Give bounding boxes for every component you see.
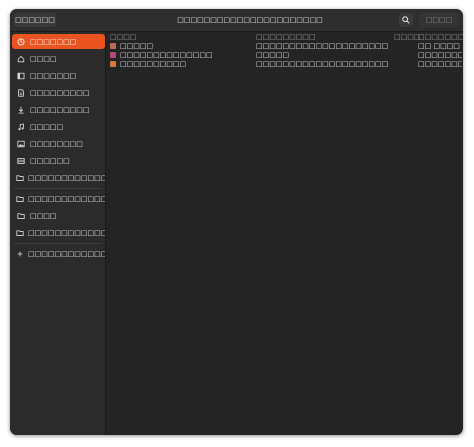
file-name: □□□□□□□□□□ (120, 60, 187, 68)
sidebar-item-bookmark-1[interactable]: □□□□□□□□□□□□□□□□ (12, 191, 105, 206)
sidebar-item-recent[interactable]: □□□□□□□ (12, 34, 105, 49)
home-icon (16, 55, 26, 63)
sidebar-item-videos[interactable]: □□□□□□ (12, 153, 105, 168)
sidebar-separator (14, 243, 102, 244)
sidebar-item-label: □□□□□□□□ (30, 139, 83, 148)
column-header-location[interactable]: □□□□□□□□□ (256, 33, 316, 41)
music-icon (16, 122, 26, 131)
sidebar-item-bookmark-2[interactable]: □□□□ (12, 208, 105, 223)
sidebar-item-downloads[interactable]: □□□□□□□□□ (12, 102, 105, 117)
sidebar-item-pictures[interactable]: □□□□□□□□ (12, 136, 105, 151)
dialog-title: □□□□□□□□□□□□□□□□□□□□□□ (177, 16, 323, 24)
download-icon (16, 106, 26, 114)
places-sidebar: □□□□□□□ □□□□ □□□□□□□ □□□□□□□□□ □□□□□□□□□ (10, 32, 106, 435)
document-icon (16, 88, 26, 97)
folder-icon (16, 174, 24, 182)
sidebar-item-label: □□□□□□□□□ (30, 88, 90, 97)
plus-icon (16, 250, 24, 258)
clock-icon (16, 38, 26, 46)
sidebar-item-music[interactable]: □□□□□ (12, 119, 105, 134)
file-location: □□□□□ (256, 51, 290, 59)
file-name: □□□□□□□□□□□□□□ (120, 51, 213, 59)
sidebar-item-folder-1[interactable]: □□□□□□□□□□□□□ (12, 170, 105, 185)
file-modified: □□□□□□□□□□ (418, 51, 462, 59)
folder-icon (16, 229, 24, 237)
sidebar-item-label: □□□□□□□□□□□□□□□□ (28, 249, 105, 258)
desktop-icon (16, 72, 26, 80)
column-header-name[interactable]: □□□□ (110, 33, 136, 41)
sidebar-item-label: □□□□□□□ (30, 37, 77, 46)
sidebar-item-label: □□□□□□ (30, 156, 70, 165)
folder-icon (16, 212, 26, 220)
column-header-size[interactable]: □□□□ (394, 33, 420, 41)
file-modified: □□ □□□□ (418, 42, 460, 50)
folder-icon (16, 195, 24, 203)
sidebar-item-other-locations[interactable]: □□□□□□□□□□□□□□□□ (12, 246, 105, 261)
file-modified: □□□□□□□□□□ (418, 60, 462, 68)
table-row[interactable]: □□□□□ □□□□□□□□□□□□□□□□□□□□ □□ □□□□ (106, 42, 463, 51)
sidebar-item-documents[interactable]: □□□□□□□□□ (12, 85, 105, 100)
column-header-modified[interactable]: □□□□□□□□ (418, 33, 463, 41)
sidebar-item-home[interactable]: □□□□ (12, 51, 105, 66)
sidebar-separator (14, 188, 102, 189)
file-chooser-window: □□□□□□ □□□□□□□□□□□□□□□□□□□□□□ □□□□ □□□□□… (10, 9, 463, 435)
image-icon (16, 140, 26, 148)
sidebar-item-desktop[interactable]: □□□□□□□ (12, 68, 105, 83)
file-icon (110, 43, 116, 49)
sidebar-item-label: □□□□□□□□□ (30, 105, 90, 114)
search-icon (402, 16, 410, 24)
file-list: □□□□ □□□□□□□□□ □□□□ □□□□□□□ □ □□□□ □ □□□□□… (106, 32, 463, 435)
open-button[interactable]: □□□□ (419, 13, 459, 27)
search-button[interactable] (399, 13, 413, 27)
video-icon (16, 157, 26, 165)
sidebar-item-label: □□□□□□□□□□□□□ (28, 173, 105, 182)
sidebar-item-label: □□□□ (30, 54, 57, 63)
file-name: □□□□□ (120, 42, 154, 50)
header-bar: □□□□□□ □□□□□□□□□□□□□□□□□□□□□□ □□□□ (10, 9, 463, 32)
table-row[interactable]: □□□□□□□□□□ □□□□□□□□□□□□□□□□□□□□ □□□□□□□□… (106, 60, 463, 69)
sidebar-item-label: □□□□□□□□□□□□□□□□ (28, 228, 105, 237)
file-icon (110, 61, 116, 67)
file-icon (110, 52, 116, 58)
table-row[interactable]: □□□□□□□□□□□□□□ □□□□□ □□□□□□□□□□ (106, 51, 463, 60)
file-location: □□□□□□□□□□□□□□□□□□□□ (256, 42, 389, 50)
file-location: □□□□□□□□□□□□□□□□□□□□ (256, 60, 389, 68)
sidebar-item-label: □□□□□ (30, 122, 64, 131)
sidebar-item-bookmark-3[interactable]: □□□□□□□□□□□□□□□□ (12, 225, 105, 240)
sidebar-item-label: □□□□□□□ (30, 71, 77, 80)
sidebar-item-label: □□□□□□□□□□□□□□□□ (28, 194, 105, 203)
sidebar-item-label: □□□□ (30, 211, 57, 220)
cancel-button[interactable]: □□□□□□ (14, 13, 56, 27)
